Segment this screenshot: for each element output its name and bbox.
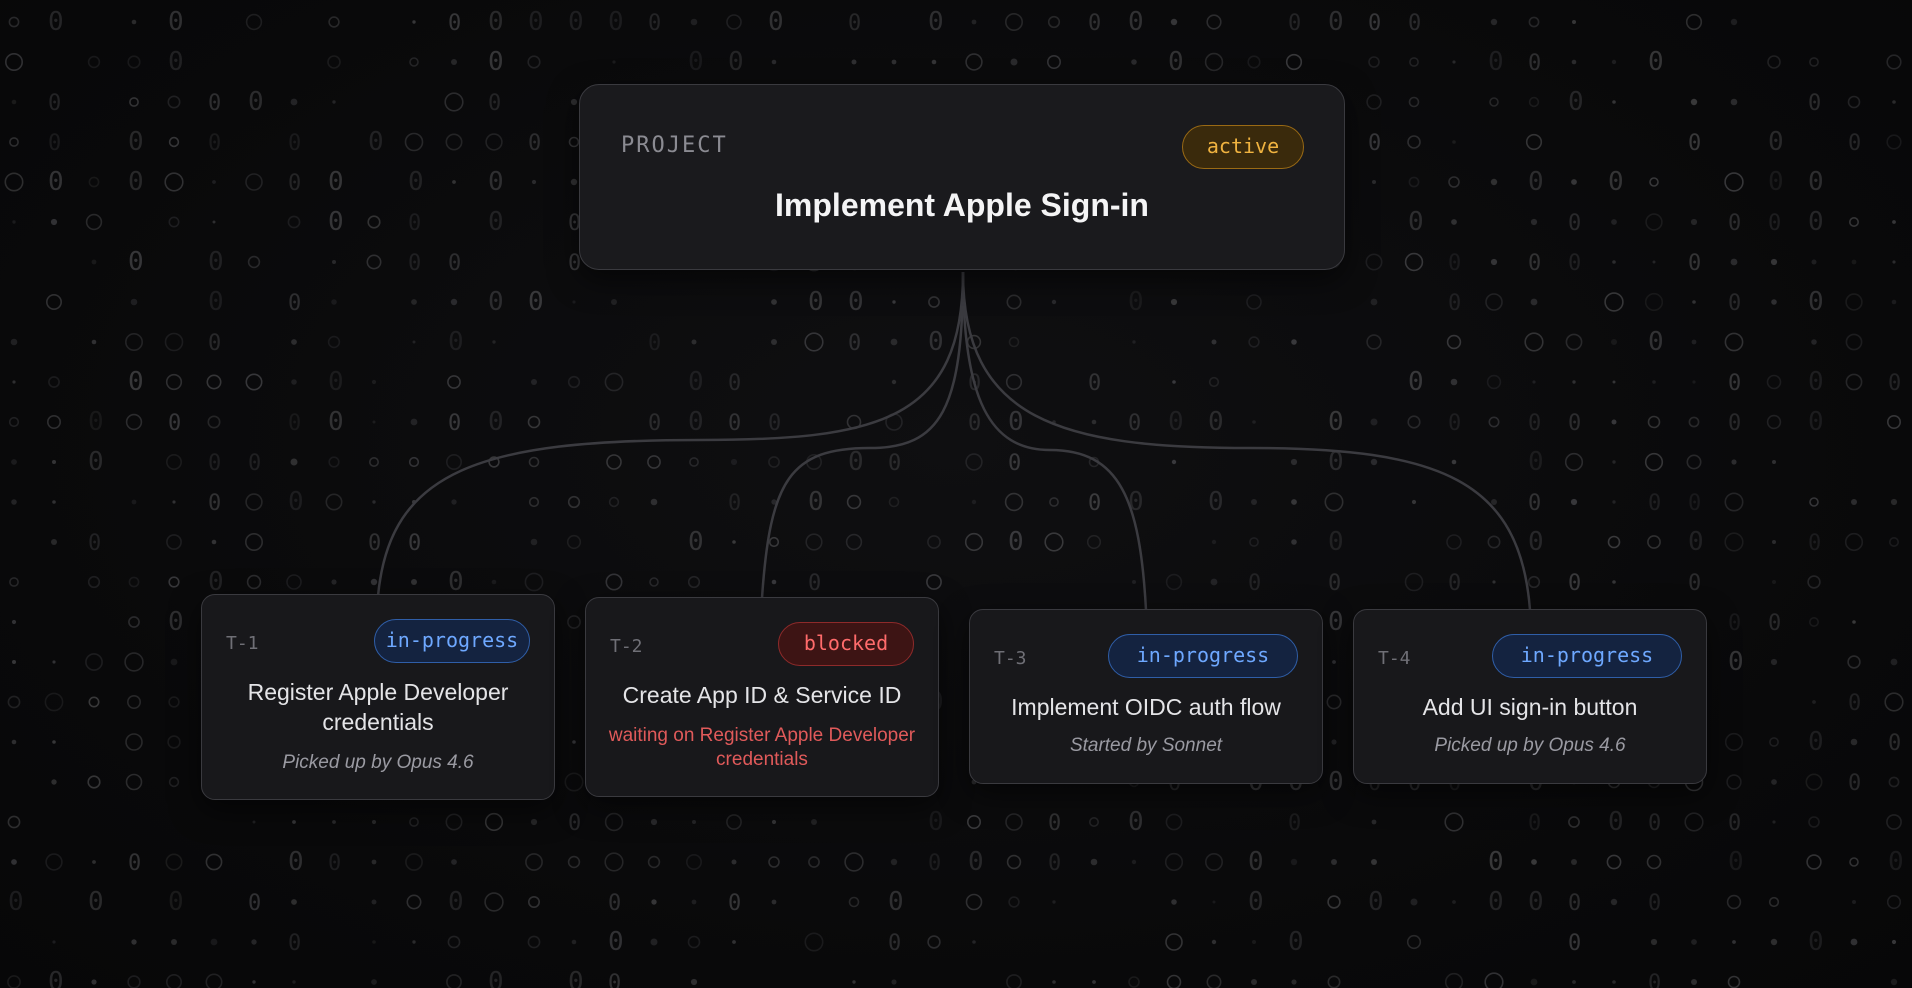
project-status-badge: active <box>1182 125 1304 169</box>
task-title: Implement OIDC auth flow <box>1011 694 1281 720</box>
edge-project-to-t1 <box>376 271 965 597</box>
task-card-t4[interactable]: T-4 in-progress Add UI sign-in button Pi… <box>1353 609 1707 784</box>
task-status-badge: in-progress <box>1492 634 1682 678</box>
task-card-t1[interactable]: T-1 in-progress Register Apple Developer… <box>201 594 555 800</box>
task-id: T-1 <box>226 633 259 654</box>
project-label: PROJECT <box>621 133 728 158</box>
task-assignee-note: Started by Sonnet <box>1069 735 1223 756</box>
task-id: T-4 <box>1378 648 1411 669</box>
task-title: Register Apple Developer credentials <box>247 679 509 735</box>
edge-project-to-t4 <box>961 271 1532 611</box>
task-status-badge: in-progress <box>374 619 530 663</box>
task-assignee-note: Picked up by Opus 4.6 <box>282 752 474 773</box>
task-card-t2[interactable]: T-2 blocked Create App ID & Service ID w… <box>585 597 939 797</box>
task-status-badge: blocked <box>778 622 914 666</box>
task-id: T-3 <box>994 648 1027 669</box>
task-title: Add UI sign-in button <box>1422 694 1638 720</box>
task-status-badge: in-progress <box>1108 634 1298 678</box>
task-title: Create App ID & Service ID <box>622 682 902 708</box>
task-assignee-note: Picked up by Opus 4.6 <box>1434 735 1626 756</box>
task-card-t3[interactable]: T-3 in-progress Implement OIDC auth flow… <box>969 609 1323 784</box>
task-blocked-note: waiting on Register Apple Developer cred… <box>608 725 916 770</box>
project-card[interactable]: PROJECT active Implement Apple Sign-in <box>579 84 1345 270</box>
edge-project-to-t2 <box>760 271 965 599</box>
project-title: Implement Apple Sign-in <box>775 187 1149 223</box>
task-id: T-2 <box>610 636 643 657</box>
dependency-graph-canvas: 0000000000000000000000000000000000000000… <box>0 0 1912 988</box>
